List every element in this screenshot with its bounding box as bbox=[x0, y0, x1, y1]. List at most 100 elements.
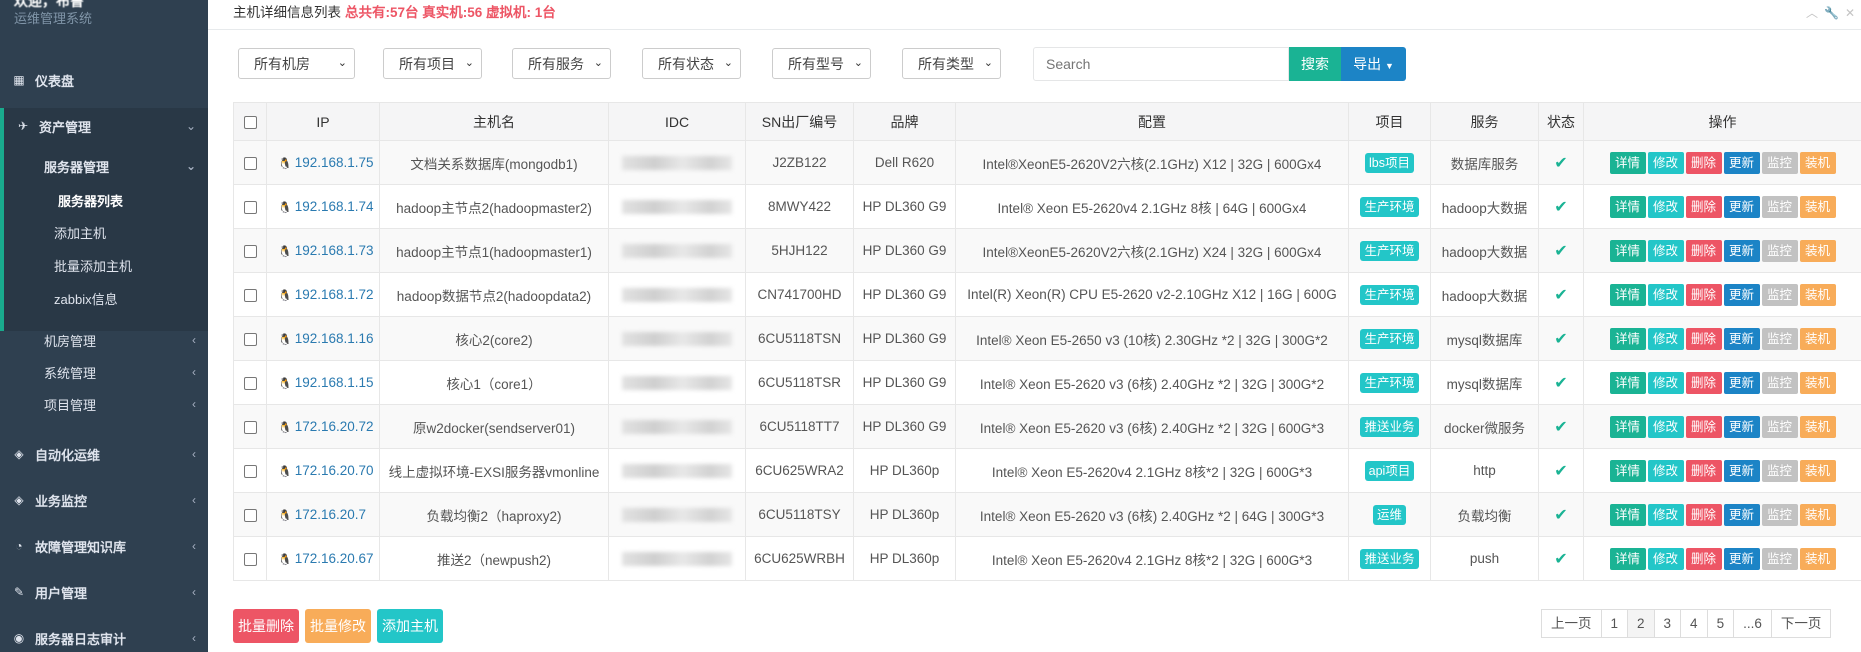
column-header[interactable]: 项目 bbox=[1348, 102, 1431, 141]
row-action-button[interactable]: 删除 bbox=[1685, 327, 1722, 350]
filter-idc-select[interactable]: 所有机房 ⌄ bbox=[238, 48, 355, 79]
row-action-button[interactable]: 监控 bbox=[1761, 503, 1798, 526]
row-checkbox[interactable] bbox=[243, 376, 257, 390]
select-all-checkbox[interactable] bbox=[243, 116, 257, 130]
sidebar-sub-system-mgmt[interactable]: 系统管理 ‹ bbox=[44, 358, 208, 386]
filter-status-select[interactable]: 所有状态 ⌄ bbox=[642, 48, 741, 79]
row-action-button[interactable]: 修改 bbox=[1647, 459, 1684, 482]
row-checkbox[interactable] bbox=[243, 508, 257, 522]
row-checkbox[interactable] bbox=[243, 552, 257, 566]
row-action-button[interactable]: 详情 bbox=[1609, 283, 1646, 306]
row-action-button[interactable]: 详情 bbox=[1609, 195, 1646, 218]
sidebar-item-users[interactable]: ✎ 用户管理 ‹ bbox=[0, 574, 208, 610]
row-action-button[interactable]: 更新 bbox=[1723, 283, 1760, 306]
ip-cell[interactable]: 🐧 172.16.20.7 bbox=[266, 492, 380, 537]
ip-cell[interactable]: 🐧 172.16.20.70 bbox=[266, 448, 380, 493]
row-action-button[interactable]: 监控 bbox=[1761, 327, 1798, 350]
ip-cell[interactable]: 🐧 192.168.1.75 bbox=[266, 140, 380, 185]
row-action-button[interactable]: 修改 bbox=[1647, 415, 1684, 438]
row-action-button[interactable]: 监控 bbox=[1761, 371, 1798, 394]
sidebar-item-assets[interactable]: ✈ 资产管理 ⌄ bbox=[0, 108, 208, 144]
ip-cell[interactable]: 🐧 192.168.1.16 bbox=[266, 316, 380, 361]
ip-cell[interactable]: 🐧 192.168.1.73 bbox=[266, 228, 380, 273]
ip-link[interactable]: 172.16.20.67 bbox=[295, 551, 374, 566]
row-checkbox[interactable] bbox=[243, 464, 257, 478]
sidebar-sub-idc-mgmt[interactable]: 机房管理 ‹ bbox=[44, 326, 208, 354]
row-action-button[interactable]: 装机 bbox=[1799, 547, 1836, 570]
ip-link[interactable]: 172.16.20.70 bbox=[295, 463, 374, 478]
row-action-button[interactable]: 更新 bbox=[1723, 503, 1760, 526]
row-action-button[interactable]: 详情 bbox=[1609, 371, 1646, 394]
pagination-page[interactable]: 5 bbox=[1706, 609, 1735, 638]
row-action-button[interactable]: 详情 bbox=[1609, 547, 1646, 570]
row-action-button[interactable]: 修改 bbox=[1647, 503, 1684, 526]
column-header[interactable]: 服务 bbox=[1430, 102, 1539, 141]
row-action-button[interactable]: 监控 bbox=[1761, 151, 1798, 174]
column-header[interactable]: 配置 bbox=[955, 102, 1349, 141]
ip-link[interactable]: 192.168.1.75 bbox=[295, 155, 374, 170]
ip-link[interactable]: 172.16.20.72 bbox=[295, 419, 374, 434]
pagination-page[interactable]: 3 bbox=[1653, 609, 1682, 638]
row-action-button[interactable]: 删除 bbox=[1685, 415, 1722, 438]
row-action-button[interactable]: 详情 bbox=[1609, 503, 1646, 526]
row-action-button[interactable]: 更新 bbox=[1723, 151, 1760, 174]
row-action-button[interactable]: 监控 bbox=[1761, 195, 1798, 218]
row-action-button[interactable]: 监控 bbox=[1761, 283, 1798, 306]
ip-link[interactable]: 192.168.1.15 bbox=[295, 375, 374, 390]
row-checkbox[interactable] bbox=[243, 332, 257, 346]
sidebar-item-dashboard[interactable]: ▦ 仪表盘 bbox=[0, 62, 208, 98]
row-action-button[interactable]: 详情 bbox=[1609, 327, 1646, 350]
ip-cell[interactable]: 🐧 172.16.20.67 bbox=[266, 536, 380, 581]
row-action-button[interactable]: 装机 bbox=[1799, 459, 1836, 482]
row-action-button[interactable]: 装机 bbox=[1799, 503, 1836, 526]
column-header[interactable]: IP bbox=[266, 102, 380, 141]
row-action-button[interactable]: 删除 bbox=[1685, 151, 1722, 174]
row-action-button[interactable]: 删除 bbox=[1685, 547, 1722, 570]
column-header[interactable]: SN出厂编号 bbox=[745, 102, 854, 141]
row-action-button[interactable]: 装机 bbox=[1799, 151, 1836, 174]
pagination-next[interactable]: 下一页 bbox=[1770, 609, 1832, 638]
row-checkbox[interactable] bbox=[243, 156, 257, 170]
row-action-button[interactable]: 删除 bbox=[1685, 239, 1722, 262]
ip-link[interactable]: 192.168.1.73 bbox=[295, 243, 374, 258]
sidebar-link-server-list[interactable]: 服务器列表 bbox=[58, 186, 208, 214]
ip-link[interactable]: 192.168.1.16 bbox=[295, 331, 374, 346]
row-action-button[interactable]: 装机 bbox=[1799, 239, 1836, 262]
row-action-button[interactable]: 监控 bbox=[1761, 239, 1798, 262]
row-action-button[interactable]: 删除 bbox=[1685, 195, 1722, 218]
batch-delete-button[interactable]: 批量删除 bbox=[233, 609, 299, 643]
row-action-button[interactable]: 装机 bbox=[1799, 327, 1836, 350]
ip-link[interactable]: 192.168.1.74 bbox=[295, 199, 374, 214]
row-action-button[interactable]: 修改 bbox=[1647, 371, 1684, 394]
batch-edit-button[interactable]: 批量修改 bbox=[305, 609, 371, 643]
row-checkbox[interactable] bbox=[243, 288, 257, 302]
row-action-button[interactable]: 更新 bbox=[1723, 415, 1760, 438]
pagination-page[interactable]: ...6 bbox=[1733, 609, 1772, 638]
row-action-button[interactable]: 监控 bbox=[1761, 547, 1798, 570]
ip-cell[interactable]: 🐧 192.168.1.74 bbox=[266, 184, 380, 229]
row-action-button[interactable]: 修改 bbox=[1647, 151, 1684, 174]
sidebar-item-monitoring[interactable]: ◈ 业务监控 ‹ bbox=[0, 482, 208, 518]
pagination-prev[interactable]: 上一页 bbox=[1541, 609, 1602, 638]
sidebar-item-log-audit[interactable]: ◉ 服务器日志审计 ‹ bbox=[0, 620, 208, 652]
ip-link[interactable]: 192.168.1.72 bbox=[295, 287, 374, 302]
row-checkbox[interactable] bbox=[243, 420, 257, 434]
row-action-button[interactable]: 更新 bbox=[1723, 371, 1760, 394]
row-action-button[interactable]: 装机 bbox=[1799, 415, 1836, 438]
sidebar-sub-server-mgmt[interactable]: 服务器管理 ⌄ bbox=[44, 152, 208, 180]
filter-project-select[interactable]: 所有项目 ⌄ bbox=[383, 48, 482, 79]
row-action-button[interactable]: 更新 bbox=[1723, 195, 1760, 218]
column-header[interactable]: IDC bbox=[608, 102, 746, 141]
filter-type-select[interactable]: 所有类型 ⌄ bbox=[902, 48, 1001, 79]
sidebar-link-zabbix[interactable]: zabbix信息 bbox=[54, 284, 204, 312]
column-header[interactable]: 主机名 bbox=[379, 102, 609, 141]
row-action-button[interactable]: 装机 bbox=[1799, 283, 1836, 306]
sidebar-item-fault-kb[interactable]: ◔ 故障管理知识库 ‹ bbox=[0, 528, 208, 564]
wrench-icon[interactable]: 🔧 bbox=[1824, 6, 1845, 20]
ip-cell[interactable]: 🐧 192.168.1.15 bbox=[266, 360, 380, 405]
row-action-button[interactable]: 更新 bbox=[1723, 239, 1760, 262]
row-action-button[interactable]: 装机 bbox=[1799, 195, 1836, 218]
row-action-button[interactable]: 修改 bbox=[1647, 239, 1684, 262]
filter-model-select[interactable]: 所有型号 ⌄ bbox=[772, 48, 871, 79]
column-header[interactable]: 品牌 bbox=[853, 102, 956, 141]
